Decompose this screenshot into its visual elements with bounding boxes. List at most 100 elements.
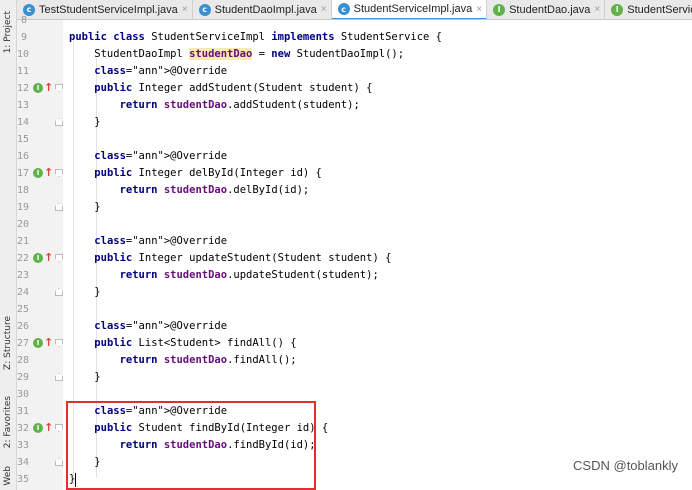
code-line[interactable]: }	[69, 369, 100, 386]
tab-studentdao[interactable]: I StudentDao.java ×	[487, 0, 606, 19]
line-number: 26	[17, 321, 30, 332]
favorites-tool-button[interactable]: 2: Favorites	[0, 394, 16, 450]
interface-icon: I	[611, 3, 624, 16]
gutter-line: 33	[17, 437, 63, 454]
line-number: 13	[17, 100, 30, 111]
fold-marker-icon[interactable]	[55, 373, 63, 381]
gutter-line: 28	[17, 352, 63, 369]
line-number: 10	[17, 49, 30, 60]
override-arrow-icon[interactable]: ↑	[44, 165, 53, 181]
fold-marker-icon[interactable]	[55, 288, 63, 296]
close-icon[interactable]: ×	[594, 4, 600, 15]
tab-label: StudentServiceImpl.java	[353, 3, 473, 15]
code-line[interactable]: }	[69, 199, 100, 216]
code-line[interactable]: class="ann">@Override	[69, 63, 227, 80]
line-number: 20	[17, 219, 30, 230]
web-tool-label: Web	[3, 466, 13, 486]
code-line[interactable]: class="ann">@Override	[69, 148, 227, 165]
gutter-line: 15	[17, 131, 63, 148]
gutter-line: 32 I ↑	[17, 420, 63, 437]
line-number: 14	[17, 117, 30, 128]
line-number: 15	[17, 134, 30, 145]
line-number: 22	[17, 253, 30, 264]
fold-marker-icon[interactable]	[55, 254, 63, 262]
line-number: 24	[17, 287, 30, 298]
structure-tool-button[interactable]: Z: Structure	[0, 316, 16, 370]
line-number: 33	[17, 440, 30, 451]
implements-method-icon[interactable]: I	[33, 168, 43, 178]
line-number: 25	[17, 304, 30, 315]
gutter-line: 11	[17, 63, 63, 80]
code-line[interactable]: return studentDao.addStudent(student);	[69, 97, 360, 114]
override-arrow-icon[interactable]: ↑	[44, 80, 53, 96]
gutter-line: 8	[17, 12, 63, 29]
code-line[interactable]: class="ann">@Override	[69, 318, 227, 335]
code-line[interactable]: public Integer addStudent(Student studen…	[69, 80, 372, 97]
gutter-line: 19	[17, 199, 63, 216]
line-number: 34	[17, 457, 30, 468]
web-tool-button[interactable]: Web	[0, 464, 16, 488]
line-number: 19	[17, 202, 30, 213]
implements-method-icon[interactable]: I	[33, 338, 43, 348]
code-line[interactable]: public Integer updateStudent(Student stu…	[69, 250, 391, 267]
line-number: 28	[17, 355, 30, 366]
line-number: 35	[17, 474, 30, 485]
implements-method-icon[interactable]: I	[33, 253, 43, 263]
gutter-line: 23	[17, 267, 63, 284]
line-number: 9	[20, 32, 27, 43]
fold-marker-icon[interactable]	[55, 458, 63, 466]
gutter-line: 27 I ↑	[17, 335, 63, 352]
gutter-line: 22 I ↑	[17, 250, 63, 267]
gutter-line: 25	[17, 301, 63, 318]
line-number: 12	[17, 83, 30, 94]
gutter-line: 10	[17, 46, 63, 63]
structure-tool-label: Z: Structure	[3, 316, 13, 370]
override-arrow-icon[interactable]: ↑	[44, 420, 53, 436]
override-arrow-icon[interactable]: ↑	[44, 335, 53, 351]
favorites-tool-label: 2: Favorites	[3, 395, 13, 449]
tab-label: StudentDaoImpl.java	[214, 3, 317, 16]
class-icon: c	[198, 3, 211, 16]
code-line[interactable]: public class StudentServiceImpl implemen…	[69, 29, 442, 46]
project-tool-label: 1: Project	[3, 10, 13, 54]
code-line[interactable]: class="ann">@Override	[69, 233, 227, 250]
code-line[interactable]: return studentDao.delById(id);	[69, 182, 310, 199]
code-line[interactable]: return studentDao.findAll();	[69, 352, 297, 369]
fold-marker-icon[interactable]	[55, 118, 63, 126]
gutter-line: 17 I ↑	[17, 165, 63, 182]
code-line[interactable]: public Integer delById(Integer id) {	[69, 165, 322, 182]
gutter-line: 30	[17, 386, 63, 403]
fold-marker-icon[interactable]	[55, 339, 63, 347]
gutter-line: 31	[17, 403, 63, 420]
tab-studentserviceimpl[interactable]: c StudentServiceImpl.java ×	[331, 0, 488, 19]
override-arrow-icon[interactable]: ↑	[44, 250, 53, 266]
implements-method-icon[interactable]: I	[33, 83, 43, 93]
close-icon[interactable]: ×	[321, 4, 327, 15]
fold-marker-icon[interactable]	[55, 169, 63, 177]
code-line[interactable]: StudentDaoImpl studentDao = new StudentD…	[69, 46, 404, 63]
tab-label: StudentService.java	[627, 3, 692, 16]
line-number: 31	[17, 406, 30, 417]
code-line[interactable]: }	[69, 114, 100, 131]
tab-studentdaoimpl[interactable]: c StudentDaoImpl.java ×	[193, 0, 332, 19]
fold-marker-icon[interactable]	[55, 84, 63, 92]
line-number: 17	[17, 168, 30, 179]
fold-marker-icon[interactable]	[55, 203, 63, 211]
fold-marker-icon[interactable]	[55, 424, 63, 432]
close-icon[interactable]: ×	[476, 4, 482, 15]
project-tool-button[interactable]: 1: Project	[0, 4, 16, 60]
line-number: 11	[17, 66, 30, 77]
interface-icon: I	[493, 3, 506, 16]
tool-window-strip: 1: Project Z: Structure 2: Favorites Web	[0, 0, 17, 490]
tab-studentservice[interactable]: IStudentService.java×	[605, 0, 692, 19]
close-icon[interactable]: ×	[182, 4, 188, 15]
line-number: 21	[17, 236, 30, 247]
line-number: 27	[17, 338, 30, 349]
code-line[interactable]: public List<Student> findAll() {	[69, 335, 296, 352]
code-line[interactable]: }	[69, 284, 100, 301]
gutter-line: 9	[17, 29, 63, 46]
gutter-line: 35	[17, 471, 63, 488]
code-line[interactable]: return studentDao.updateStudent(student)…	[69, 267, 379, 284]
gutter-line: 14	[17, 114, 63, 131]
implements-method-icon[interactable]: I	[33, 423, 43, 433]
